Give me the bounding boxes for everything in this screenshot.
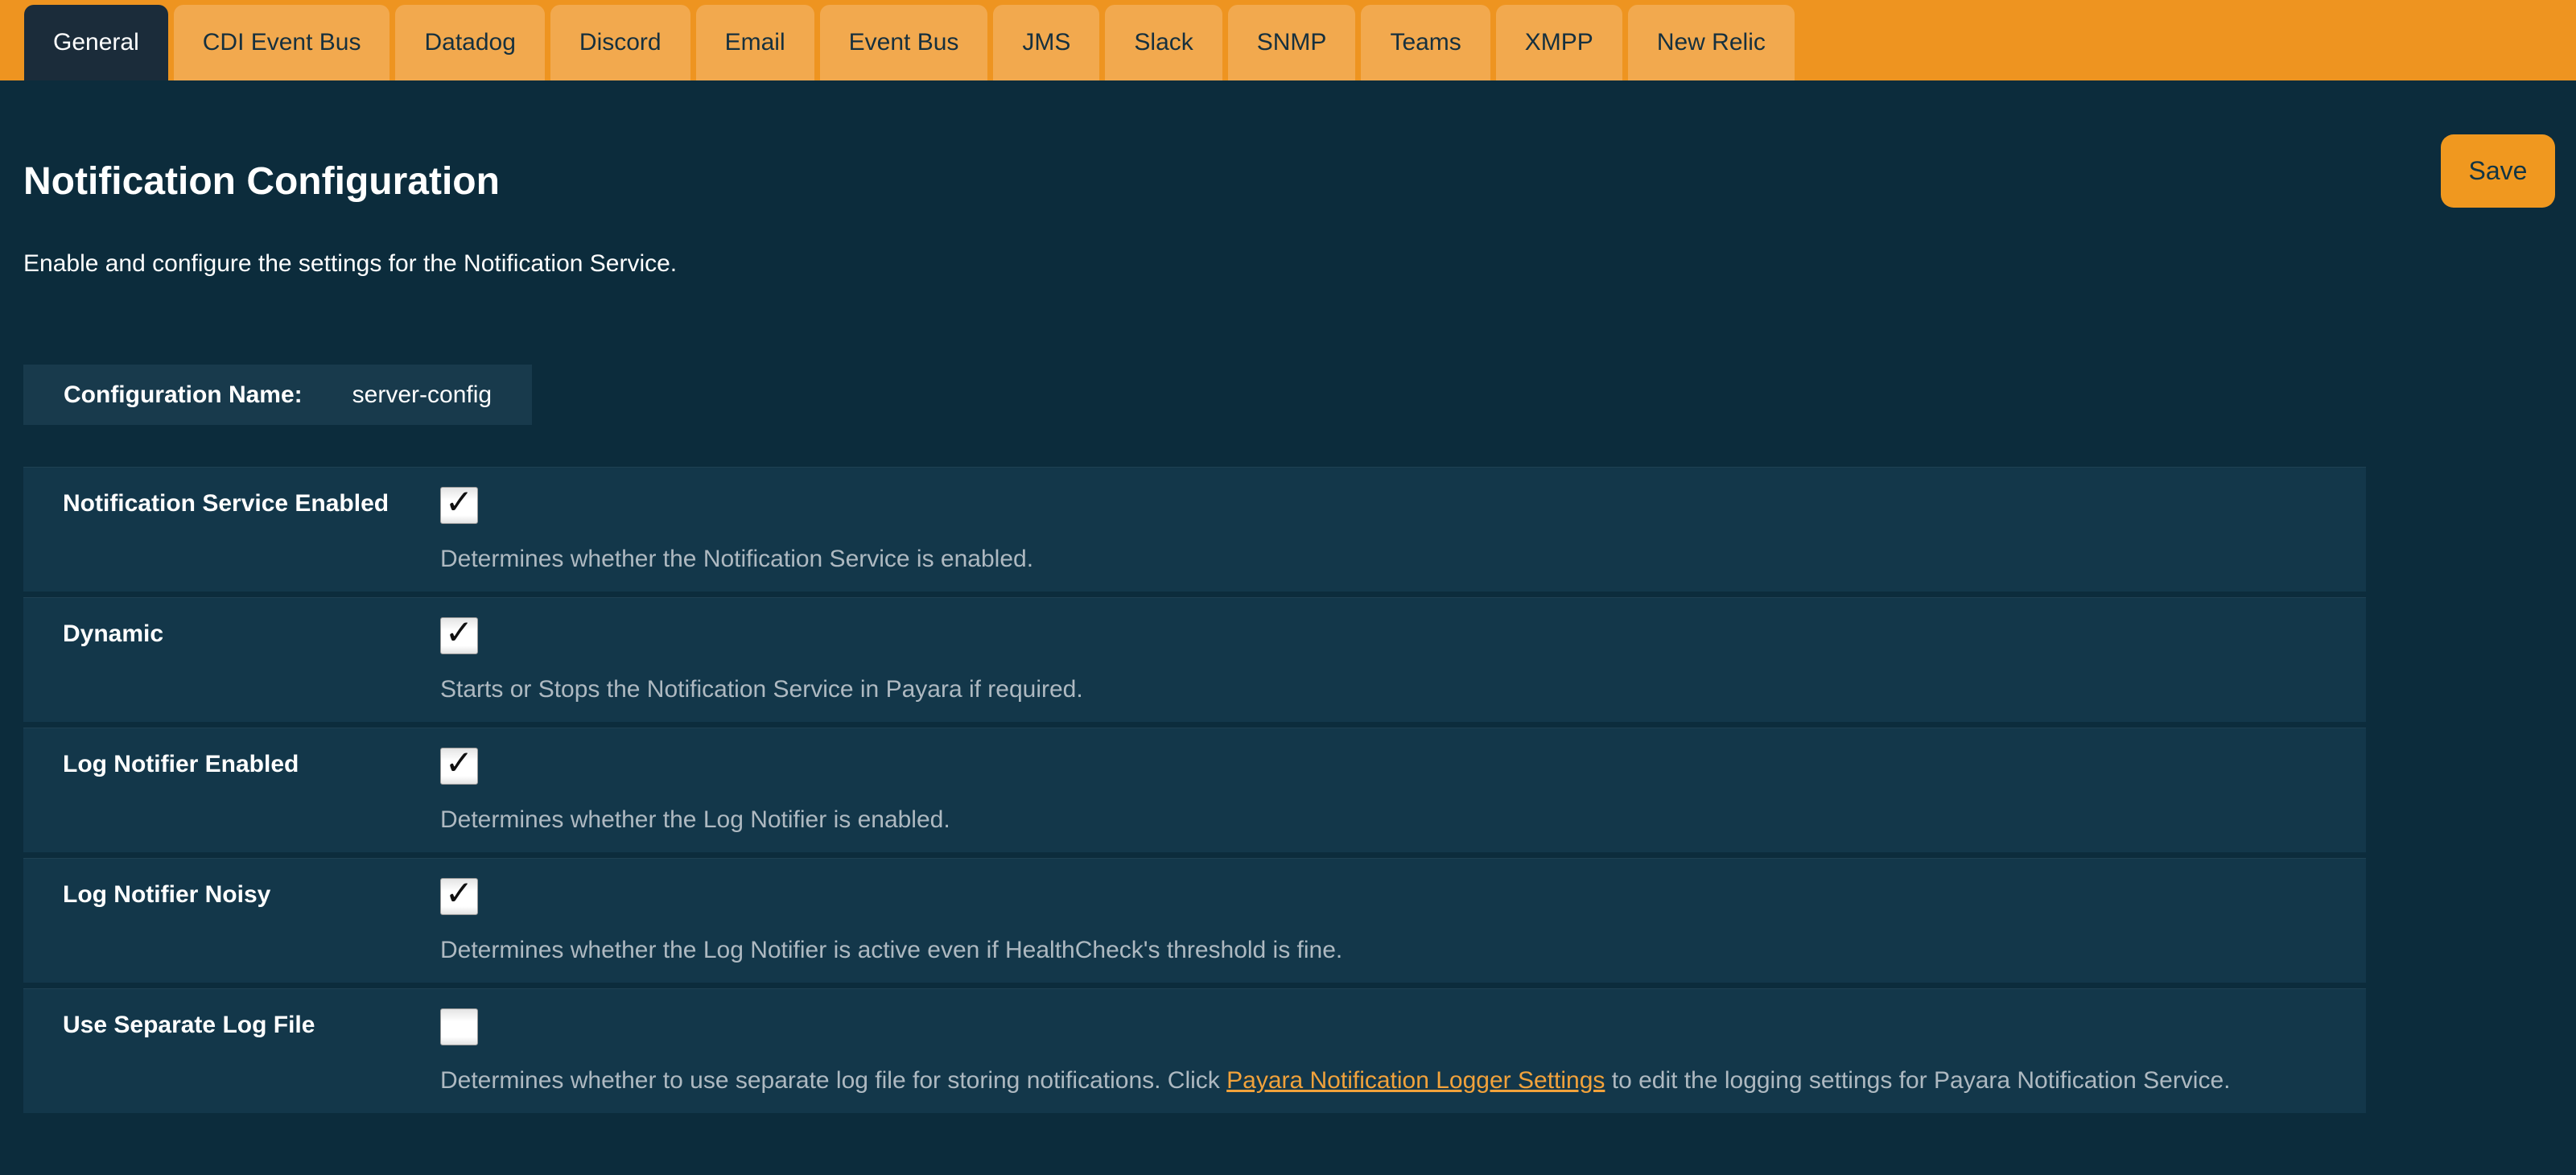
row-notification-service-enabled: Notification Service Enabled ✓ Determine… [23,467,2366,592]
tab-cdi-event-bus[interactable]: CDI Event Bus [174,5,390,80]
tab-jms[interactable]: JMS [993,5,1099,80]
row-description-text: to edit the logging settings for Payara … [1605,1067,2230,1094]
tab-general[interactable]: General [24,5,168,80]
check-icon: ✓ [445,616,473,649]
row-description-text: Determines whether to use separate log f… [440,1067,1226,1094]
page-title: Notification Configuration [23,159,500,204]
page-subtitle: Enable and configure the settings for th… [23,249,677,278]
notification-service-enabled-checkbox[interactable]: ✓ [440,487,478,524]
row-description: Determines whether the Log Notifier is e… [440,806,950,834]
row-description: Starts or Stops the Notification Service… [440,676,1083,703]
log-notifier-enabled-checkbox[interactable]: ✓ [440,748,478,785]
use-separate-log-file-checkbox[interactable] [440,1008,478,1045]
row-log-notifier-noisy: Log Notifier Noisy ✓ Determines whether … [23,858,2366,983]
row-label: Use Separate Log File [63,1012,315,1039]
check-icon: ✓ [445,746,473,780]
row-use-separate-log-file: Use Separate Log File Determines whether… [23,988,2366,1113]
check-icon: ✓ [445,876,473,910]
tab-new-relic[interactable]: New Relic [1628,5,1795,80]
tab-teams[interactable]: Teams [1361,5,1490,80]
check-icon: ✓ [445,485,473,519]
notifier-tab-bar: General CDI Event Bus Datadog Discord Em… [0,0,2576,80]
log-notifier-noisy-checkbox[interactable]: ✓ [440,878,478,915]
configuration-name-label: Configuration Name: [64,381,303,409]
tab-datadog[interactable]: Datadog [395,5,544,80]
configuration-name-value: server-config [352,381,492,409]
payara-notification-logger-settings-link[interactable]: Payara Notification Logger Settings [1226,1067,1605,1094]
tab-slack[interactable]: Slack [1105,5,1222,80]
tab-event-bus[interactable]: Event Bus [820,5,988,80]
configuration-name-box: Configuration Name: server-config [23,365,532,425]
row-dynamic: Dynamic ✓ Starts or Stops the Notificati… [23,597,2366,722]
tab-email[interactable]: Email [696,5,814,80]
settings-list: Notification Service Enabled ✓ Determine… [23,467,2366,1119]
tab-snmp[interactable]: SNMP [1228,5,1356,80]
row-description: Determines whether the Log Notifier is a… [440,937,1342,964]
row-label: Notification Service Enabled [63,490,389,517]
dynamic-checkbox[interactable]: ✓ [440,617,478,654]
row-description: Determines whether to use separate log f… [440,1067,2231,1095]
row-log-notifier-enabled: Log Notifier Enabled ✓ Determines whethe… [23,728,2366,852]
tab-xmpp[interactable]: XMPP [1496,5,1622,80]
row-description: Determines whether the Notification Serv… [440,546,1033,573]
save-button[interactable]: Save [2441,134,2555,208]
row-label: Log Notifier Noisy [63,881,270,909]
tab-discord[interactable]: Discord [550,5,690,80]
row-label: Log Notifier Enabled [63,751,299,778]
row-label: Dynamic [63,620,163,648]
